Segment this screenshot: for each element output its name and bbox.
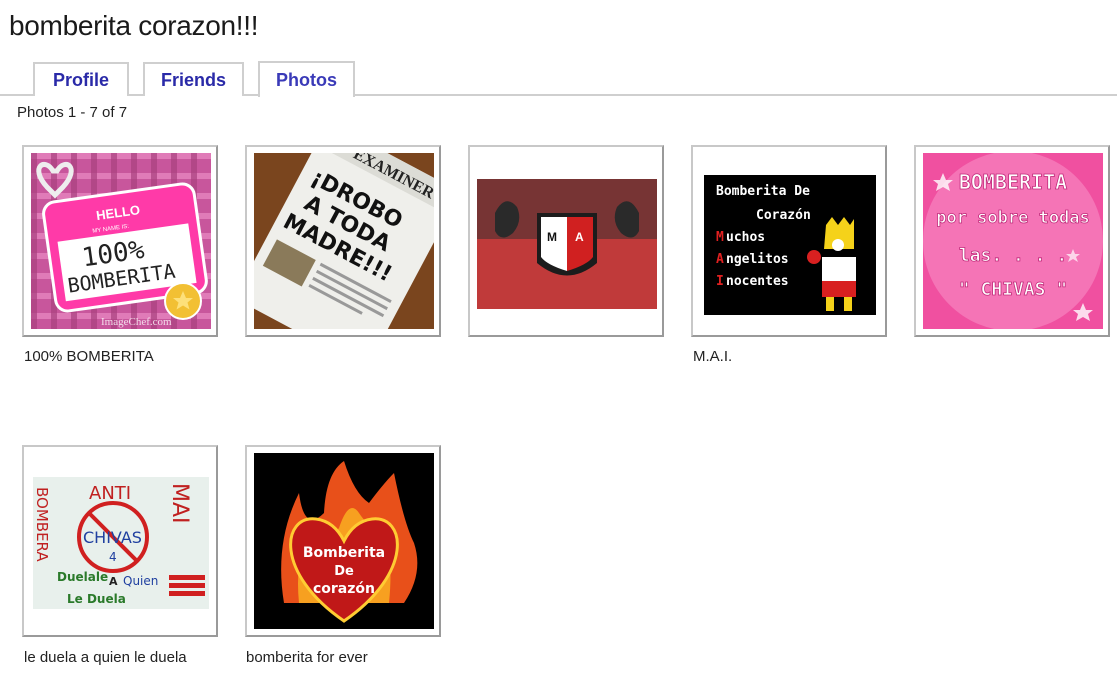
photo-caption-6: le duela a quien le duela — [24, 649, 187, 666]
photo-thumbnail-3[interactable]: M A I — [468, 145, 664, 337]
four-text: 4 — [109, 550, 117, 564]
photo-thumbnail-4[interactable]: Bomberita De Corazón M uchos A ngelitos … — [691, 145, 887, 337]
pink-line-3: las. . . . — [959, 245, 1067, 266]
hello-name-tag-icon: HELLO MY NAME IS: 100% BOMBERITA ImageCh… — [31, 153, 211, 329]
mai-line-4: ngelitos — [726, 252, 789, 267]
flaming-heart-icon: Bomberita De corazón — [254, 453, 434, 629]
heart-line-2: De — [334, 564, 354, 579]
photo-thumbnail-2[interactable]: EXAMINER ¡DROBO A TODA MADRE!!! — [245, 145, 441, 337]
duelale-text: Duelale — [57, 570, 108, 584]
page-title: bomberita corazon!!! — [9, 10, 259, 41]
bart-simpson-icon: Bomberita De Corazón M uchos A ngelitos … — [700, 153, 880, 329]
heart-line-3: corazón — [313, 581, 375, 597]
anti-chivas-banner-icon: ANTI CHIVAS 4 MAI BOMBERA Duelale A Quie… — [31, 453, 211, 629]
tab-friends[interactable]: Friends — [143, 62, 244, 96]
photo-thumbnail-6[interactable]: ANTI CHIVAS 4 MAI BOMBERA Duelale A Quie… — [22, 445, 218, 637]
pink-line-1: BOMBERITA — [959, 170, 1067, 194]
mai-letter-a: A — [716, 252, 724, 267]
mai-line-1: Bomberita De — [716, 184, 810, 199]
tab-photos[interactable]: Photos — [258, 61, 355, 97]
crest-icon: M A I — [477, 153, 657, 329]
tab-profile[interactable]: Profile — [33, 62, 129, 96]
photo-caption-4: M.A.I. — [693, 348, 733, 365]
photo-caption-1: 100% BOMBERITA — [24, 348, 154, 365]
chivas-text: CHIVAS — [83, 528, 142, 547]
photos-count: Photos 1 - 7 of 7 — [17, 104, 128, 121]
mai-letter-i: I — [716, 274, 724, 289]
mai-letter-m: M — [716, 230, 724, 245]
mai-line-3: uchos — [726, 230, 765, 245]
mai-text: MAI — [167, 483, 192, 524]
pink-line-2: por sobre todas — [936, 208, 1090, 228]
shield-a: A — [575, 230, 584, 244]
newspaper-icon: EXAMINER ¡DROBO A TODA MADRE!!! — [254, 153, 434, 329]
anti-text: ANTI — [89, 483, 131, 504]
mai-line-5: nocentes — [726, 274, 789, 289]
watermark-text: ImageChef.com — [101, 316, 172, 328]
photo-thumbnail-5[interactable]: BOMBERITA por sobre todas las. . . . " C… — [914, 145, 1110, 337]
pink-line-4: " CHIVAS " — [959, 279, 1067, 300]
heart-line-1: Bomberita — [303, 545, 385, 561]
mai-line-2: Corazón — [756, 208, 811, 223]
bombera-text: BOMBERA — [33, 487, 51, 562]
photo-thumbnail-1[interactable]: HELLO MY NAME IS: 100% BOMBERITA ImageCh… — [22, 145, 218, 337]
a-text: A — [109, 575, 118, 588]
shield-i: I — [563, 252, 566, 266]
tab-bar: Profile Friends Photos — [0, 60, 1117, 97]
pink-stars-icon: BOMBERITA por sobre todas las. . . . " C… — [923, 153, 1103, 329]
photo-thumbnail-7[interactable]: Bomberita De corazón — [245, 445, 441, 637]
le-duela-text: Le Duela — [67, 592, 126, 606]
quien-text: Quien — [123, 574, 158, 588]
shield-m: M — [547, 230, 557, 244]
photo-caption-7: bomberita for ever — [246, 649, 368, 666]
